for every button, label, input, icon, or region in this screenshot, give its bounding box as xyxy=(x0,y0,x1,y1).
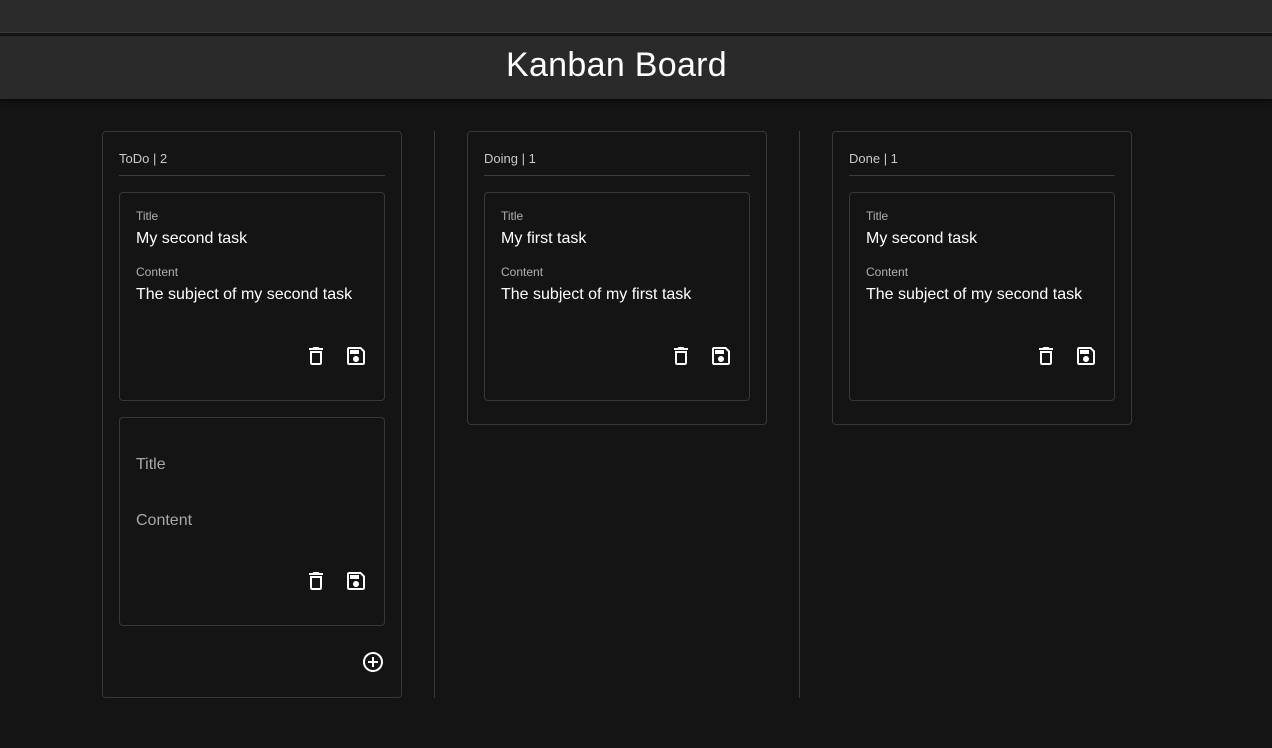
trash-icon xyxy=(309,347,323,365)
save-button[interactable] xyxy=(344,344,368,368)
column-header: Done | 1 xyxy=(849,132,1115,176)
save-icon xyxy=(1077,347,1095,365)
new-task-card: Title Content xyxy=(119,417,385,626)
title-field[interactable]: My first task xyxy=(501,230,733,250)
content-label: Content xyxy=(136,265,179,279)
column-todo: ToDo | 2 Title My second task Content Th… xyxy=(102,131,402,698)
delete-button[interactable] xyxy=(1034,344,1058,368)
add-task-button[interactable] xyxy=(361,650,385,674)
title-label: Title xyxy=(501,209,524,223)
content-label: Content xyxy=(501,265,544,279)
trash-icon xyxy=(674,347,688,365)
save-button[interactable] xyxy=(1074,344,1098,368)
column-doing: Doing | 1 Title My first task Content Th… xyxy=(467,131,767,425)
save-icon xyxy=(712,347,730,365)
title-field[interactable]: My second task xyxy=(866,230,1098,250)
column-done: Done | 1 Title My second task Content Th… xyxy=(832,131,1132,425)
save-icon xyxy=(347,572,365,590)
title-field[interactable]: My second task xyxy=(136,230,368,250)
add-circle-icon xyxy=(363,652,383,672)
title-input[interactable]: Title xyxy=(136,456,166,474)
task-card: Title My second task Content The subject… xyxy=(119,192,385,401)
column-header: Doing | 1 xyxy=(484,132,750,176)
save-button[interactable] xyxy=(709,344,733,368)
content-field[interactable]: The subject of my second task xyxy=(866,286,1098,306)
content-field[interactable]: The subject of my second task xyxy=(136,286,368,306)
title-label: Title xyxy=(136,209,159,223)
save-icon xyxy=(347,347,365,365)
save-button[interactable] xyxy=(344,569,368,593)
delete-button[interactable] xyxy=(304,569,328,593)
content-label: Content xyxy=(866,265,909,279)
column-divider xyxy=(434,131,435,698)
task-card: Title My first task Content The subject … xyxy=(484,192,750,401)
column-header: ToDo | 2 xyxy=(119,132,385,176)
page-title: Kanban Board xyxy=(506,46,727,84)
task-card: Title My second task Content The subject… xyxy=(849,192,1115,401)
app-header: Kanban Board xyxy=(0,36,1272,100)
browser-top-strip xyxy=(0,0,1272,33)
column-divider xyxy=(799,131,800,698)
title-label: Title xyxy=(866,209,889,223)
content-input[interactable]: Content xyxy=(136,512,192,530)
trash-icon xyxy=(309,572,323,590)
delete-button[interactable] xyxy=(669,344,693,368)
trash-icon xyxy=(1039,347,1053,365)
content-field[interactable]: The subject of my first task xyxy=(501,286,733,306)
delete-button[interactable] xyxy=(304,344,328,368)
